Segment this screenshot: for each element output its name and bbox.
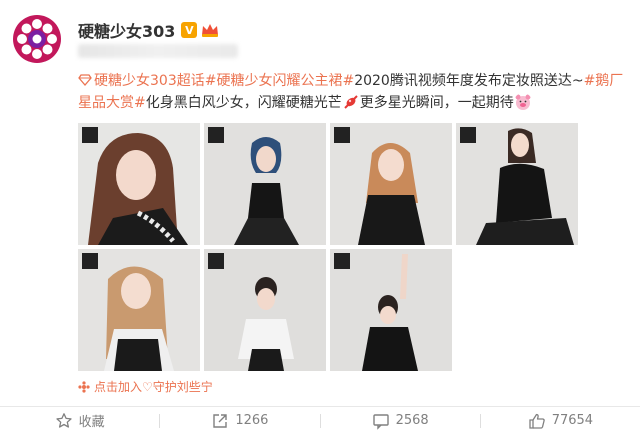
post-header: 硬糖少女303 V	[78, 18, 220, 42]
photo-1[interactable]	[78, 123, 200, 245]
favorite-label: 收藏	[78, 415, 105, 430]
like-button[interactable]: 77654	[481, 407, 640, 434]
photo-3[interactable]	[330, 123, 452, 245]
pig-emoji-icon	[515, 94, 531, 110]
post-text-part: 更多星光瞬间，一起期待	[359, 95, 514, 111]
favorite-button[interactable]: 收藏	[0, 407, 159, 434]
avatar[interactable]	[12, 14, 62, 64]
supertopic-diamond-icon	[78, 74, 92, 86]
user-name[interactable]: 硬糖少女303	[78, 18, 175, 42]
photo-5[interactable]	[78, 249, 200, 371]
comment-button[interactable]: 2568	[321, 407, 480, 434]
photo-2-image	[204, 123, 326, 245]
supertopic-link[interactable]: 硬糖少女303超话	[94, 73, 205, 89]
like-count: 77654	[551, 413, 594, 428]
member-crown-icon[interactable]	[200, 22, 220, 38]
location-link[interactable]: 点击加入♡守护刘些宁	[78, 378, 213, 395]
avatar-logo-icon	[12, 14, 62, 64]
photo-4[interactable]	[456, 123, 578, 245]
post-text-part: 化身黑白风少女，闪耀硬糖光芒	[145, 95, 342, 111]
photo-2[interactable]	[204, 123, 326, 245]
repost-count: 1266	[235, 413, 269, 428]
photo-4-image	[456, 123, 578, 245]
post-text: 硬糖少女303超话#硬糖少女闪耀公主裙#2020腾讯视频年度发布定妆照送达~#鹅…	[78, 70, 624, 114]
post-text-part: 2020腾讯视频年度发布定妆照送达~	[354, 73, 584, 89]
post-meta-blurred	[78, 44, 238, 58]
photo-6-image	[204, 249, 326, 371]
verified-badge[interactable]: V	[181, 22, 198, 38]
thumbs-up-icon	[529, 413, 545, 429]
star-icon	[55, 412, 72, 428]
photo-7-image	[330, 249, 452, 371]
comment-icon	[372, 413, 389, 430]
comment-count: 2568	[395, 413, 429, 428]
hashtag-link[interactable]: #硬糖少女闪耀公主裙#	[205, 73, 354, 89]
photo-7[interactable]	[330, 249, 452, 371]
action-bar: 收藏 1266 2568 77654	[0, 406, 640, 434]
candy-emoji-icon	[344, 95, 358, 109]
flower-icon	[78, 380, 90, 393]
repost-icon	[213, 413, 228, 428]
photo-6[interactable]	[204, 249, 326, 371]
repost-button[interactable]: 1266	[160, 407, 319, 434]
photo-3-image	[330, 123, 452, 245]
location-text: 点击加入♡守护刘些宁	[94, 380, 213, 394]
photo-5-image	[78, 249, 200, 371]
photo-1-image	[78, 123, 200, 245]
